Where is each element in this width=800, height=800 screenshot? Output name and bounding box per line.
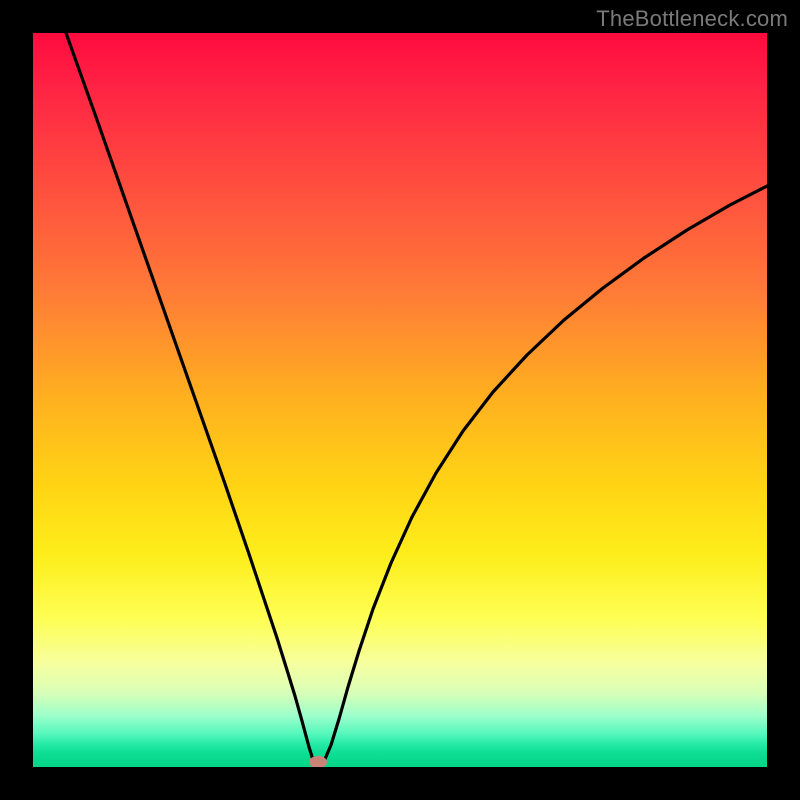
watermark-text: TheBottleneck.com xyxy=(596,6,788,32)
chart-svg xyxy=(33,33,767,767)
bottleneck-curve xyxy=(66,33,767,765)
chart-frame: TheBottleneck.com xyxy=(0,0,800,800)
plot-area xyxy=(33,33,767,767)
